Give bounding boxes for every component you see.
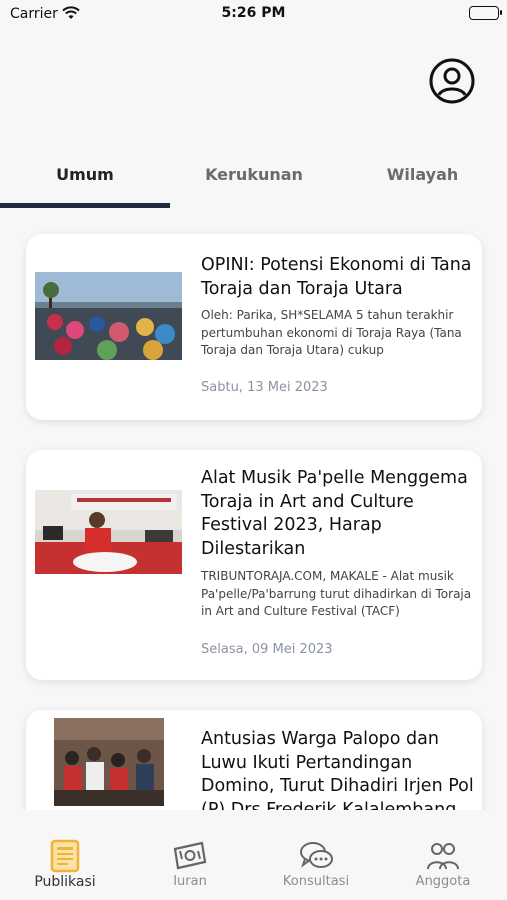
- news-excerpt: Oleh: Parika, SH*SELAMA 5 tahun terakhir…: [201, 308, 462, 357]
- nav-konsultasi[interactable]: Konsultasi: [253, 810, 379, 900]
- clock: 5:26 PM: [221, 5, 286, 21]
- news-thumbnail: [54, 718, 164, 806]
- tab-umum[interactable]: Umum: [0, 150, 170, 210]
- news-card[interactable]: OPINI: Potensi Ekonomi di Tana Toraja da…: [26, 234, 482, 420]
- news-thumbnail: [35, 490, 182, 574]
- status-bar: Carrier 5:26 PM: [0, 0, 507, 28]
- nav-label: Publikasi: [34, 874, 96, 890]
- news-thumbnail: [35, 272, 182, 360]
- nav-anggota[interactable]: Anggota: [380, 810, 506, 900]
- nav-iuran[interactable]: Iuran: [127, 810, 253, 900]
- nav-label: Anggota: [415, 874, 471, 889]
- tab-wilayah[interactable]: Wilayah: [338, 150, 507, 210]
- active-tab-indicator: [0, 203, 170, 208]
- news-card[interactable]: Antusias Warga Palopo dan Luwu Ikuti Per…: [26, 710, 482, 810]
- news-list[interactable]: OPINI: Potensi Ekonomi di Tana Toraja da…: [0, 212, 507, 810]
- users-icon: [427, 843, 459, 870]
- battery-icon: [469, 6, 502, 20]
- news-card[interactable]: Alat Musik Pa'pelle Menggema Toraja in A…: [26, 450, 482, 680]
- news-excerpt: TRIBUNTORAJA.COM, MAKALE - Alat musik Pa…: [201, 569, 472, 618]
- tab-kerukunan[interactable]: Kerukunan: [170, 150, 338, 210]
- news-date: Sabtu, 13 Mei 2023: [201, 380, 328, 395]
- nav-label: Iuran: [173, 874, 207, 889]
- nav-publikasi[interactable]: Publikasi: [2, 810, 128, 900]
- news-title: Alat Musik Pa'pelle Menggema Toraja in A…: [201, 468, 468, 559]
- category-tabs: Umum Kerukunan Wilayah: [0, 150, 507, 210]
- money-icon: [173, 841, 207, 870]
- news-title: Antusias Warga Palopo dan Luwu Ikuti Per…: [201, 729, 474, 810]
- newspaper-icon: [50, 839, 80, 873]
- nav-label: Konsultasi: [282, 874, 350, 889]
- news-title: OPINI: Potensi Ekonomi di Tana Toraja da…: [201, 255, 472, 299]
- chat-bubbles-icon: [300, 842, 333, 868]
- bottom-navigation: Publikasi Iuran Konsultasi Anggota: [0, 810, 507, 900]
- news-date: Selasa, 09 Mei 2023: [201, 642, 333, 657]
- profile-button[interactable]: [428, 57, 476, 105]
- user-circle-icon: [429, 58, 475, 104]
